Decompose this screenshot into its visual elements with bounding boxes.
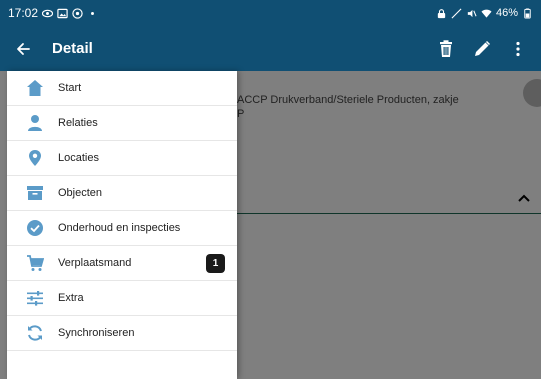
menu-label: Synchroniseren — [58, 327, 135, 339]
lock-icon — [436, 8, 447, 19]
pencil-icon — [475, 40, 491, 56]
more-vert-icon — [516, 41, 520, 56]
location-pin-icon — [26, 149, 44, 167]
menu-label: Objecten — [58, 187, 103, 199]
trash-icon — [440, 39, 452, 57]
menu-label: Start — [58, 82, 82, 94]
back-button[interactable] — [0, 26, 46, 71]
cart-count-badge: 1 — [206, 254, 225, 273]
navigation-drawer: Start Relaties Locaties Objecten Onderho… — [7, 71, 237, 379]
status-bar: 17:02 46% — [0, 0, 541, 26]
menu-label: Locaties — [58, 152, 99, 164]
menu-item-start[interactable]: Start — [7, 71, 237, 106]
menu-item-synchroniseren[interactable]: Synchroniseren — [7, 316, 237, 351]
delete-button[interactable] — [435, 38, 457, 60]
home-icon — [26, 79, 44, 97]
menu-item-locaties[interactable]: Locaties — [7, 141, 237, 176]
archive-box-icon — [26, 184, 44, 202]
status-time: 17:02 — [8, 6, 39, 20]
settings-circle-icon — [72, 7, 83, 19]
menu-item-onderhoud-en-inspecties[interactable]: Onderhoud en inspecties — [7, 211, 237, 246]
menu-item-objecten[interactable]: Objecten — [7, 176, 237, 211]
menu-item-verplaatsmand[interactable]: Verplaatsmand 1 — [7, 246, 237, 281]
more-options-button[interactable] — [507, 38, 529, 60]
wifi-icon — [481, 8, 492, 19]
check-circle-icon — [26, 219, 44, 237]
eye-icon — [42, 8, 54, 19]
back-arrow-icon — [17, 42, 30, 55]
dot-icon — [87, 8, 98, 19]
menu-item-extra[interactable]: Extra — [7, 281, 237, 316]
mute-icon — [466, 8, 477, 19]
sliders-icon — [26, 289, 44, 307]
menu-label: Verplaatsmand — [58, 257, 132, 269]
signal-off-icon — [451, 8, 462, 19]
person-icon — [26, 114, 44, 132]
app-bar: Detail — [0, 26, 541, 71]
menu-label: Onderhoud en inspecties — [58, 222, 181, 234]
sync-icon — [26, 324, 44, 342]
edit-button[interactable] — [471, 38, 493, 60]
menu-label: Relaties — [58, 117, 98, 129]
page-title: Detail — [52, 40, 93, 57]
battery-icon — [522, 7, 533, 19]
image-icon — [57, 8, 68, 19]
battery-percent: 46% — [495, 7, 518, 19]
menu-item-relaties[interactable]: Relaties — [7, 106, 237, 141]
menu-label: Extra — [58, 292, 84, 304]
cart-icon — [26, 254, 44, 272]
